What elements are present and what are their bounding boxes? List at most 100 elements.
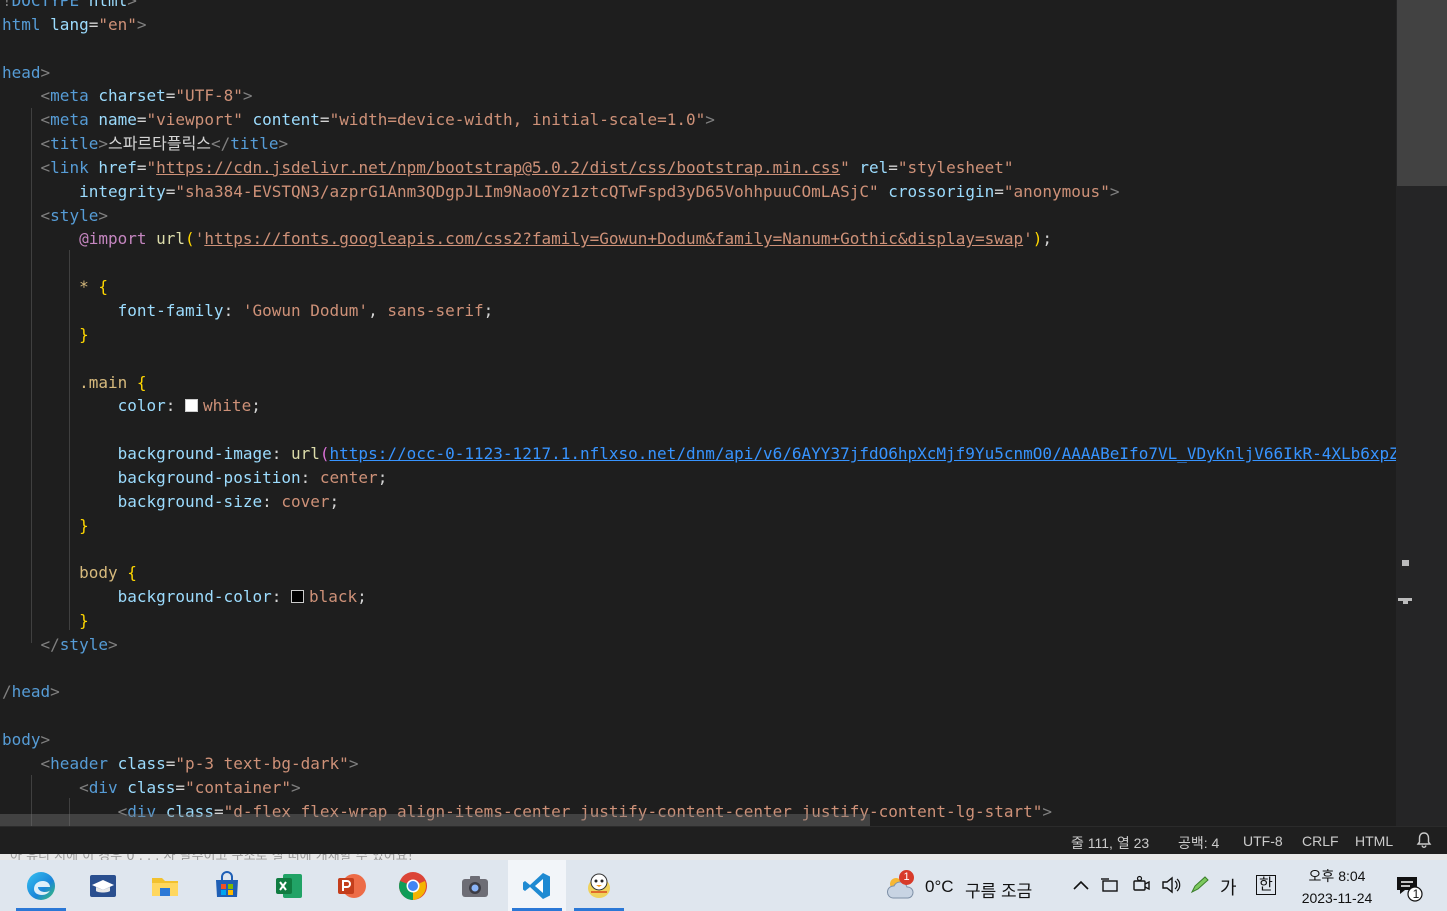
code-line[interactable]: </style> xyxy=(2,633,1396,657)
code-line[interactable]: background-position: center; xyxy=(2,466,1396,490)
code-token: = xyxy=(994,181,1004,201)
horizontal-scrollbar-thumb[interactable] xyxy=(0,814,870,826)
code-line[interactable] xyxy=(2,704,1396,728)
code-line[interactable]: } xyxy=(2,514,1396,538)
weather-temperature[interactable]: 0°C xyxy=(925,877,954,897)
code-line[interactable]: font-family: 'Gowun Dodum', sans-serif; xyxy=(2,299,1396,323)
pen-icon[interactable] xyxy=(1188,874,1212,896)
code-line[interactable]: .main { xyxy=(2,371,1396,395)
code-line[interactable] xyxy=(2,537,1396,561)
code-line[interactable]: integrity="sha384-EVSTQN3/azprG1Anm3QDgp… xyxy=(2,180,1396,204)
code-token: crossorigin xyxy=(888,181,995,201)
language-mode[interactable]: HTML xyxy=(1355,833,1393,849)
code-token: title xyxy=(230,134,279,154)
code-token: * xyxy=(79,277,89,297)
network-icon[interactable] xyxy=(1100,876,1122,894)
taskbar: 1 0°C 구름 조금 가 한 오후 8:04 2023-11-24 1 xyxy=(0,860,1447,911)
code-token: < xyxy=(40,110,51,130)
code-line[interactable] xyxy=(2,657,1396,681)
code-line[interactable] xyxy=(2,37,1396,61)
code-token: lang xyxy=(50,14,89,34)
code-line[interactable]: !DOCTYPE html> xyxy=(2,0,1396,13)
code-token: background-size xyxy=(117,491,263,511)
code-line[interactable]: body> xyxy=(2,728,1396,752)
code-line[interactable]: } xyxy=(2,609,1396,633)
code-line[interactable]: <meta name="viewport" content="width=dev… xyxy=(2,108,1396,132)
code-line[interactable]: background-color: black; xyxy=(2,585,1396,609)
code-line[interactable]: /head> xyxy=(2,680,1396,704)
indentation-setting[interactable]: 공백: 4 xyxy=(1178,833,1219,853)
taskbar-chrome[interactable] xyxy=(384,860,442,911)
code-token: { xyxy=(98,277,108,297)
code-line[interactable]: @import url('https://fonts.googleapis.co… xyxy=(2,227,1396,251)
code-token: head xyxy=(11,682,51,702)
code-token: > xyxy=(136,14,147,34)
meet-now-icon[interactable] xyxy=(1130,875,1152,895)
code-token: { xyxy=(136,372,147,392)
code-line[interactable]: color: white; xyxy=(2,394,1396,418)
encoding-setting[interactable]: UTF-8 xyxy=(1243,833,1283,849)
code-line[interactable]: } xyxy=(2,323,1396,347)
code-token: "p-3 text-bg-dark" xyxy=(175,754,349,773)
code-token: / xyxy=(2,682,12,702)
weather-description[interactable]: 구름 조금 xyxy=(965,877,1032,902)
code-line[interactable]: background-image: url(https://occ-0-1123… xyxy=(2,442,1396,466)
code-token: .main xyxy=(79,372,128,392)
cursor-position[interactable]: 줄 111, 열 23 xyxy=(1071,833,1149,853)
system-clock[interactable]: 오후 8:04 2023-11-24 xyxy=(1292,865,1382,909)
code-line[interactable]: <title>스파르타플릭스</title> xyxy=(2,132,1396,156)
ime-language-indicator[interactable]: 가 xyxy=(1220,874,1237,900)
notification-bell-icon[interactable] xyxy=(1415,831,1433,849)
line-ending-setting[interactable]: CRLF xyxy=(1302,833,1339,849)
code-line[interactable]: <header class="p-3 text-bg-dark"> xyxy=(2,752,1396,776)
taskbar-edge[interactable] xyxy=(12,860,70,911)
code-token: "stylesheet" xyxy=(897,157,1014,177)
code-token: = xyxy=(888,157,898,177)
code-line[interactable]: head> xyxy=(2,61,1396,85)
chevron-up-icon[interactable] xyxy=(1072,878,1090,892)
taskbar-excel[interactable] xyxy=(260,860,318,911)
code-token: > xyxy=(127,0,137,10)
code-line[interactable]: <div class="container"> xyxy=(2,776,1396,800)
code-token: link xyxy=(50,157,89,177)
code-line[interactable] xyxy=(2,347,1396,371)
volume-icon[interactable] xyxy=(1160,875,1182,895)
code-line[interactable]: html lang="en"> xyxy=(2,13,1396,37)
code-token: body xyxy=(79,563,118,583)
code-token: } xyxy=(79,515,89,535)
ime-mode-indicator[interactable]: 한 xyxy=(1256,875,1276,895)
vertical-scrollbar-thumb[interactable] xyxy=(1397,0,1447,186)
code-line[interactable]: <style> xyxy=(2,204,1396,228)
code-token: } xyxy=(79,324,89,344)
code-line[interactable] xyxy=(2,418,1396,442)
code-line[interactable]: <meta charset="UTF-8"> xyxy=(2,84,1396,108)
code-token: title xyxy=(50,134,99,154)
edge-icon xyxy=(27,872,55,900)
code-line[interactable] xyxy=(2,251,1396,275)
code-token: style xyxy=(59,634,108,654)
taskbar-store[interactable] xyxy=(198,860,256,911)
code-editor[interactable]: !DOCTYPE html> html lang="en"> head> <met… xyxy=(0,0,1396,826)
code-token: > xyxy=(40,730,51,750)
taskbar-camera[interactable] xyxy=(446,860,504,911)
code-token: " xyxy=(840,157,850,177)
code-token: ' xyxy=(194,229,205,249)
taskbar-vscode[interactable] xyxy=(508,860,566,911)
code-token: ; xyxy=(251,396,261,416)
code-line[interactable]: background-size: cover; xyxy=(2,490,1396,514)
code-line[interactable]: <link href="https://cdn.jsdelivr.net/npm… xyxy=(2,156,1396,180)
taskbar-graduation[interactable] xyxy=(74,860,132,911)
code-token: > xyxy=(278,134,289,154)
code-lines[interactable]: !DOCTYPE html> html lang="en"> head> <met… xyxy=(2,0,1396,824)
code-token: "sha384-EVSTQN3/azprG1Anm3QDgpJLIm9Nao0Y… xyxy=(175,181,879,201)
taskbar-powerpoint[interactable] xyxy=(322,860,380,911)
color-swatch[interactable] xyxy=(290,590,304,604)
taskbar-file-explorer[interactable] xyxy=(136,860,194,911)
color-swatch[interactable] xyxy=(185,399,199,413)
taskbar-penguin-app[interactable] xyxy=(570,860,628,911)
code-token: { xyxy=(127,563,137,583)
code-line[interactable]: body { xyxy=(2,561,1396,585)
code-line[interactable]: * { xyxy=(2,275,1396,299)
